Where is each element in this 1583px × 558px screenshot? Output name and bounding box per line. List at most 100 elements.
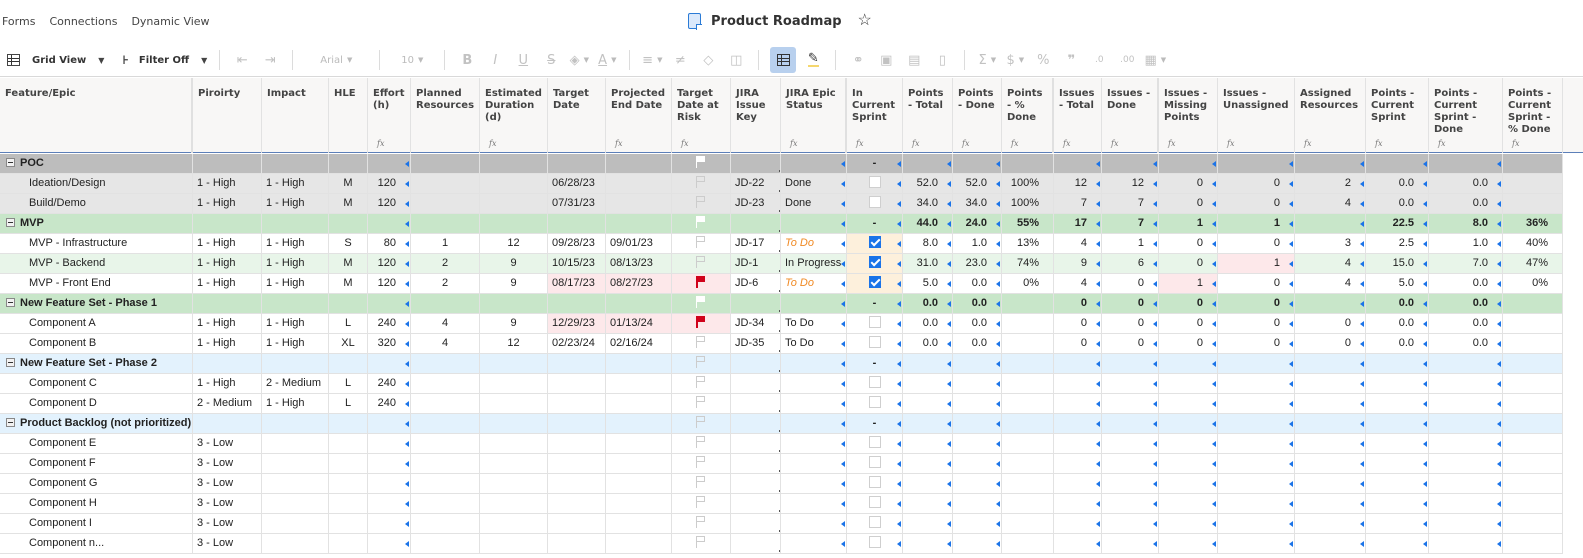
cell-jira-epic-status[interactable]: [781, 534, 847, 553]
cell-hle[interactable]: M: [329, 174, 368, 193]
flag-outline-icon[interactable]: [695, 375, 707, 388]
cell-points-current-sprint[interactable]: 0.0: [1366, 314, 1429, 333]
cell-jira-epic-status[interactable]: [781, 214, 847, 233]
cell-planned-resources[interactable]: 2: [411, 254, 480, 273]
cell-priority[interactable]: 3 - Low: [193, 434, 262, 453]
cell-points-done[interactable]: 0.0: [953, 334, 1002, 353]
cell-in-current-sprint[interactable]: -: [847, 294, 903, 313]
flag-outline-icon[interactable]: [695, 175, 707, 188]
cell-points-current-sprint[interactable]: 0.0: [1366, 194, 1429, 213]
cell-jira-issue-key[interactable]: [731, 354, 781, 373]
cell-target-date-at-risk[interactable]: [672, 494, 731, 513]
cell-effort[interactable]: [368, 294, 411, 313]
cell-priority[interactable]: 1 - High: [193, 334, 262, 353]
column-header-issues-total[interactable]: Issues - Total fx: [1054, 78, 1102, 153]
checkbox-unchecked[interactable]: [868, 496, 881, 509]
cell-assigned-resources[interactable]: [1295, 494, 1366, 513]
cell-points-current-sprint[interactable]: [1366, 154, 1429, 173]
cell-issues-missing-points[interactable]: [1159, 354, 1218, 373]
column-header-jira-epic-status[interactable]: JIRA Epic Status fx: [781, 78, 847, 153]
cell-in-current-sprint[interactable]: [847, 194, 903, 213]
cell-issues-missing-points[interactable]: 0: [1159, 294, 1218, 313]
cell-target-date[interactable]: [548, 154, 606, 173]
cell-issues-total[interactable]: [1054, 414, 1102, 433]
cell-estimated-duration[interactable]: [480, 214, 548, 233]
cell-impact[interactable]: [262, 534, 329, 553]
cell-issues-total[interactable]: [1054, 454, 1102, 473]
cell-issues-missing-points[interactable]: [1159, 494, 1218, 513]
cell-estimated-duration[interactable]: [480, 494, 548, 513]
cell-estimated-duration[interactable]: 9: [480, 254, 548, 273]
cell-planned-resources[interactable]: [411, 374, 480, 393]
cell-target-date[interactable]: [548, 294, 606, 313]
cell-points-total[interactable]: [903, 354, 953, 373]
cell-priority[interactable]: 1 - High: [193, 254, 262, 273]
cell-issues-total[interactable]: [1054, 374, 1102, 393]
cell-feature-epic[interactable]: Component n...: [0, 534, 193, 553]
card-button[interactable]: ▯: [931, 47, 953, 73]
cell-points-pct-done[interactable]: [1002, 294, 1054, 313]
cell-issues-missing-points[interactable]: [1159, 394, 1218, 413]
flag-outline-icon[interactable]: [695, 435, 707, 448]
cell-planned-resources[interactable]: [411, 434, 480, 453]
cell-points-pct-done[interactable]: 100%: [1002, 194, 1054, 213]
cell-points-current-sprint[interactable]: 0.0: [1366, 294, 1429, 313]
cell-projected-end-date[interactable]: [606, 214, 672, 233]
cell-jira-epic-status[interactable]: [781, 294, 847, 313]
cell-jira-epic-status[interactable]: [781, 354, 847, 373]
column-header-estimated-duration[interactable]: Estimated Duration (d) fx: [480, 78, 548, 153]
image-button[interactable]: ▣: [875, 47, 897, 73]
checkbox-unchecked[interactable]: [868, 196, 881, 209]
collapse-toggle-icon[interactable]: [6, 357, 15, 367]
cell-points-pct-done[interactable]: [1002, 394, 1054, 413]
flag-outline-icon[interactable]: [695, 395, 707, 408]
nav-connections[interactable]: Connections: [49, 15, 117, 28]
cell-points-current-sprint-done[interactable]: [1429, 514, 1503, 533]
cell-projected-end-date[interactable]: [606, 374, 672, 393]
cell-points-current-sprint-done[interactable]: [1429, 434, 1503, 453]
checkbox-unchecked[interactable]: [868, 336, 881, 349]
cell-effort[interactable]: [368, 534, 411, 553]
cell-issues-unassigned[interactable]: 0: [1218, 294, 1295, 313]
cell-jira-issue-key[interactable]: [731, 454, 781, 473]
cell-target-date-at-risk[interactable]: [672, 214, 731, 233]
cell-issues-done[interactable]: [1102, 414, 1159, 433]
cell-jira-epic-status[interactable]: [781, 374, 847, 393]
cell-points-current-sprint-done[interactable]: [1429, 494, 1503, 513]
cell-points-current-sprint-pct-done[interactable]: [1503, 494, 1563, 513]
cell-effort[interactable]: 240: [368, 394, 411, 413]
cell-points-total[interactable]: 0.0: [903, 294, 953, 313]
cell-jira-epic-status[interactable]: [781, 494, 847, 513]
table-row[interactable]: Component A 1 - High 1 - High L 240 4 9 12/29/2…: [0, 314, 1563, 334]
cell-in-current-sprint[interactable]: -: [847, 154, 903, 173]
cell-points-current-sprint[interactable]: 5.0: [1366, 274, 1429, 293]
cell-target-date[interactable]: [548, 394, 606, 413]
column-header-points-current-sprint-pct-done[interactable]: Points - Current Sprint - % Done fx: [1503, 78, 1563, 153]
cell-planned-resources[interactable]: [411, 414, 480, 433]
cell-points-current-sprint[interactable]: [1366, 434, 1429, 453]
cell-projected-end-date[interactable]: 01/13/24: [606, 314, 672, 333]
cell-priority[interactable]: [193, 214, 262, 233]
cell-estimated-duration[interactable]: [480, 514, 548, 533]
cell-in-current-sprint[interactable]: -: [847, 414, 903, 433]
cell-issues-total[interactable]: [1054, 494, 1102, 513]
cell-assigned-resources[interactable]: [1295, 214, 1366, 233]
cell-impact[interactable]: [262, 494, 329, 513]
cell-target-date[interactable]: [548, 434, 606, 453]
cell-priority[interactable]: [193, 354, 262, 373]
cell-jira-issue-key[interactable]: JD-34: [731, 314, 781, 333]
cell-jira-issue-key[interactable]: [731, 434, 781, 453]
cell-hle[interactable]: XL: [329, 334, 368, 353]
cell-issues-total[interactable]: [1054, 354, 1102, 373]
cell-points-current-sprint-done[interactable]: 8.0: [1429, 214, 1503, 233]
cell-issues-unassigned[interactable]: 0: [1218, 194, 1295, 213]
column-header-hle[interactable]: HLE: [329, 78, 368, 153]
column-header-target-date-at-risk[interactable]: Target Date at Risk fx: [672, 78, 731, 153]
cell-points-done[interactable]: 0.0: [953, 274, 1002, 293]
insert-row-button[interactable]: ▤: [903, 47, 925, 73]
cell-issues-unassigned[interactable]: [1218, 514, 1295, 533]
checkbox-unchecked[interactable]: [868, 436, 881, 449]
cell-effort[interactable]: 240: [368, 314, 411, 333]
cell-issues-unassigned[interactable]: 0: [1218, 234, 1295, 253]
table-row[interactable]: Build/Demo 1 - High 1 - High M 120 07/31/23 JD…: [0, 194, 1563, 214]
